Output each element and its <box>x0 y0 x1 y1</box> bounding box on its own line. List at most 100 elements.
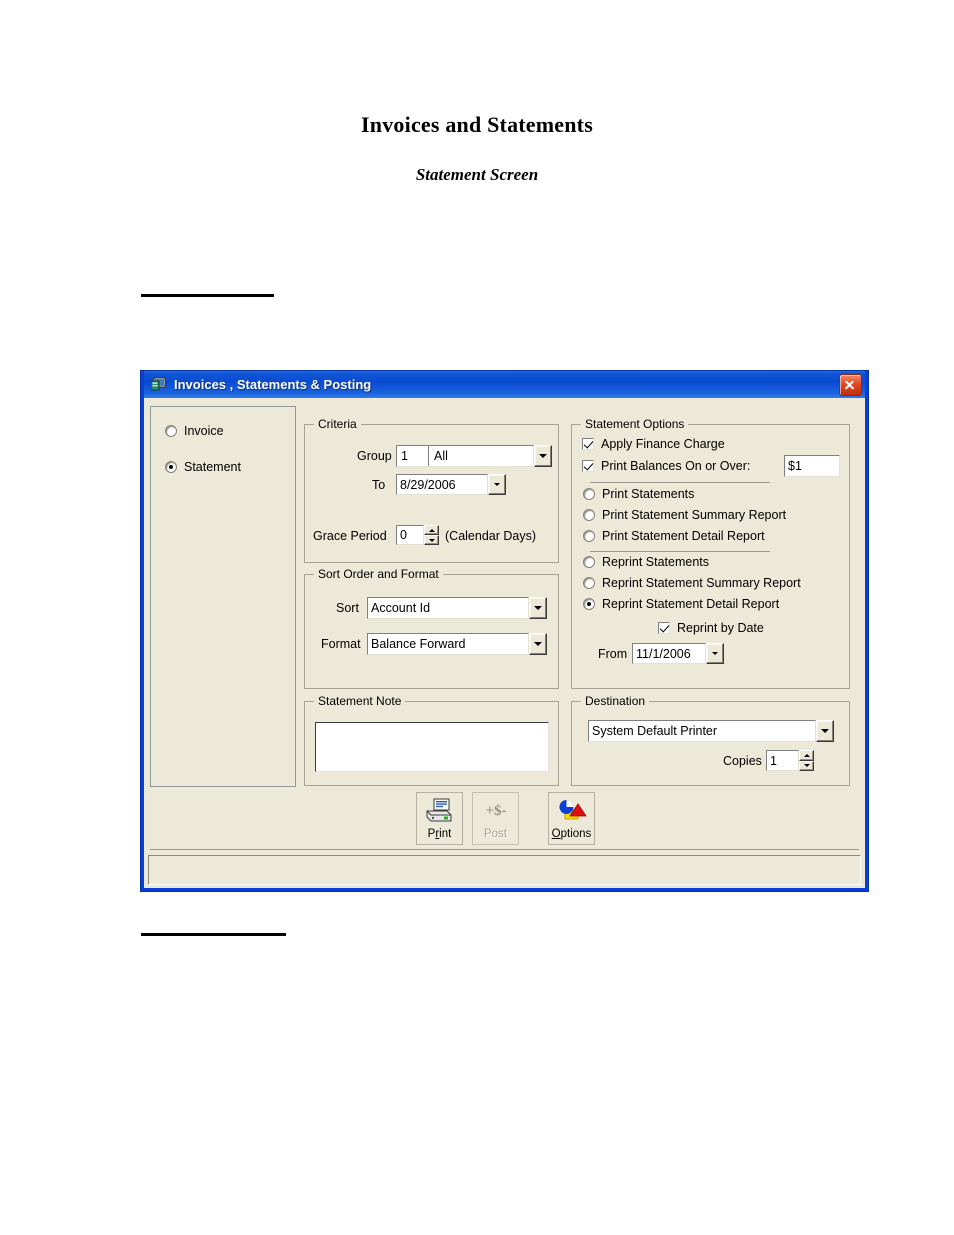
radio-reprint-statements-indicator <box>583 556 595 568</box>
grace-period-value: 0 <box>396 525 424 545</box>
action-toolbar: Print +$- Post Options <box>150 790 859 850</box>
copies-increment-button[interactable] <box>799 750 814 761</box>
from-label: From <box>598 647 628 661</box>
destination-group-title: Destination <box>581 694 650 708</box>
printer-value: System Default Printer <box>588 720 816 742</box>
format-label: Format <box>321 637 361 651</box>
page-title: Invoices and Statements <box>361 112 593 137</box>
to-date-dropdown-button[interactable] <box>488 474 506 495</box>
radio-print-statement-detail-report[interactable]: Print Statement Detail Report <box>583 529 765 543</box>
radio-print-statement-summary-report-indicator <box>583 509 595 521</box>
group-combo[interactable]: 1 All <box>396 445 552 467</box>
grace-period-increment-button[interactable] <box>424 525 439 535</box>
format-dropdown-button[interactable] <box>529 633 547 655</box>
radio-print-statement-detail-report-label: Print Statement Detail Report <box>602 529 765 543</box>
radio-reprint-statements[interactable]: Reprint Statements <box>583 555 709 569</box>
to-label: To <box>372 478 386 492</box>
divider-top <box>141 294 274 297</box>
copies-decrement-button[interactable] <box>799 760 814 771</box>
radio-print-statement-summary-report-label: Print Statement Summary Report <box>602 508 787 522</box>
triangle-up-icon <box>803 753 810 757</box>
to-date-value: 8/29/2006 <box>396 474 488 495</box>
radio-print-statement-summary-report[interactable]: Print Statement Summary Report <box>583 508 786 522</box>
radio-invoice[interactable]: Invoice <box>165 424 224 438</box>
main-options-area: Criteria Group 1 All To 8/29/2006 Grace … <box>296 406 859 787</box>
statement-options-group-title: Statement Options <box>581 417 689 431</box>
application-icon <box>150 377 167 392</box>
grace-period-decrement-button[interactable] <box>424 535 439 545</box>
printer-dropdown-button[interactable] <box>816 720 834 742</box>
sort-value: Account Id <box>367 597 529 619</box>
radio-reprint-statement-summary-report-indicator <box>583 577 595 589</box>
statement-note-group: Statement Note <box>304 694 559 786</box>
print-button-label: Print <box>427 828 452 840</box>
checkbox-print-balances-indicator <box>582 460 594 472</box>
window-titlebar: Invoices , Statements & Posting <box>144 371 865 398</box>
group-label: Group <box>357 449 392 463</box>
from-date-combo[interactable]: 11/1/2006 <box>632 643 724 664</box>
checkbox-reprint-by-date[interactable]: Reprint by Date <box>658 621 764 635</box>
from-date-dropdown-button[interactable] <box>706 643 724 664</box>
format-value: Balance Forward <box>367 633 529 655</box>
radio-reprint-statement-summary-report-label: Reprint Statement Summary Report <box>602 576 801 590</box>
options-separator-1 <box>590 482 770 483</box>
post-button: +$- Post <box>472 792 519 845</box>
radio-statement[interactable]: Statement <box>165 460 241 474</box>
copies-label: Copies <box>723 754 762 768</box>
print-button[interactable]: Print <box>416 792 463 845</box>
chevron-down-icon <box>821 729 829 733</box>
radio-reprint-statement-detail-report-indicator <box>583 598 595 610</box>
sort-combo[interactable]: Account Id <box>367 597 547 619</box>
triangle-up-icon <box>428 528 435 532</box>
radio-statement-label: Statement <box>184 460 241 474</box>
sort-format-group-title: Sort Order and Format <box>314 567 443 581</box>
group-name-value: All <box>434 449 448 463</box>
checkbox-print-balances-label: Print Balances On or Over: <box>601 459 751 473</box>
radio-print-statements-indicator <box>583 488 595 500</box>
checkbox-apply-finance-charge-label: Apply Finance Charge <box>601 437 725 451</box>
page-subtitle: Statement Screen <box>415 165 539 184</box>
svg-text:+$-: +$- <box>485 803 506 819</box>
radio-print-statements[interactable]: Print Statements <box>583 487 694 501</box>
post-button-label: Post <box>483 828 507 840</box>
options-shapes-icon <box>557 798 587 824</box>
close-icon[interactable] <box>839 374 862 396</box>
radio-statement-indicator <box>165 461 177 473</box>
radio-print-statements-label: Print Statements <box>602 487 695 501</box>
group-combo-dropdown-button[interactable] <box>534 445 552 467</box>
sort-label: Sort <box>336 601 359 615</box>
to-date-combo[interactable]: 8/29/2006 <box>396 474 506 495</box>
print-balances-amount-value: $1 <box>788 459 802 473</box>
grace-period-label: Grace Period <box>313 529 387 543</box>
copies-stepper[interactable]: 1 <box>766 750 814 771</box>
chevron-down-icon <box>494 483 500 486</box>
checkbox-apply-finance-charge-indicator <box>582 438 594 450</box>
triangle-down-icon <box>803 764 810 768</box>
printer-icon <box>425 798 455 824</box>
checkbox-print-balances[interactable]: Print Balances On or Over: <box>582 459 750 473</box>
sort-dropdown-button[interactable] <box>529 597 547 619</box>
options-button[interactable]: Options <box>548 792 595 845</box>
statement-note-group-title: Statement Note <box>314 694 406 708</box>
radio-reprint-statements-label: Reprint Statements <box>602 555 709 569</box>
radio-print-statement-detail-report-indicator <box>583 530 595 542</box>
format-combo[interactable]: Balance Forward <box>367 633 547 655</box>
options-button-label: Options <box>551 828 592 840</box>
radio-reprint-statement-summary-report[interactable]: Reprint Statement Summary Report <box>583 576 801 590</box>
status-bar <box>148 855 861 885</box>
checkbox-reprint-by-date-indicator <box>658 622 670 634</box>
window-title: Invoices , Statements & Posting <box>174 377 372 392</box>
window-client-area: Invoice Statement Criteria Group 1 All T… <box>144 398 865 888</box>
grace-period-stepper[interactable]: 0 <box>396 525 439 545</box>
copies-value: 1 <box>766 750 799 771</box>
printer-combo[interactable]: System Default Printer <box>588 720 834 742</box>
radio-invoice-label: Invoice <box>184 424 224 438</box>
from-date-value: 11/1/2006 <box>632 643 706 664</box>
radio-reprint-statement-detail-report[interactable]: Reprint Statement Detail Report <box>583 597 779 611</box>
criteria-group-title: Criteria <box>314 417 361 431</box>
statement-note-input[interactable] <box>315 722 549 772</box>
destination-group: Destination System Default Printer Copie… <box>571 694 850 786</box>
radio-invoice-indicator <box>165 425 177 437</box>
print-balances-amount-input[interactable]: $1 <box>784 455 840 477</box>
checkbox-apply-finance-charge[interactable]: Apply Finance Charge <box>582 437 725 451</box>
